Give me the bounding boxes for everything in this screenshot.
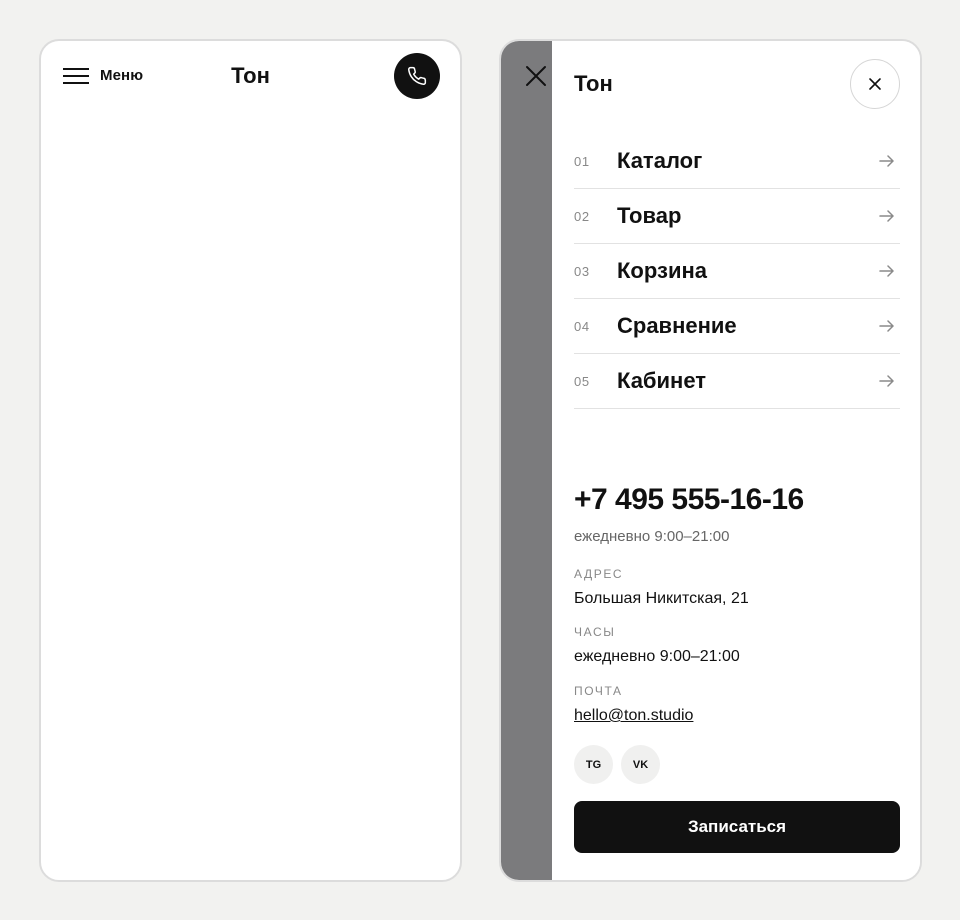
nav-item-catalog[interactable]: 01 Каталог (574, 134, 900, 189)
address-label: АДРЕС (574, 567, 624, 581)
email-link[interactable]: hello@ton.studio (574, 707, 693, 725)
hours-value: ежедневно 9:00–21:00 (574, 648, 740, 665)
arrow-right-icon (879, 210, 894, 222)
drawer-close-button[interactable] (850, 59, 900, 109)
mobile-screen-menu-open: Тон 01 Каталог 02 Товар 03 Корзина 04 Ср… (499, 39, 922, 882)
address-value: Большая Никитская, 21 (574, 590, 749, 607)
nav-item-number: 03 (574, 263, 590, 279)
nav-item-number: 02 (574, 208, 590, 224)
arrow-right-icon (879, 320, 894, 332)
call-button[interactable] (394, 53, 440, 99)
nav-item-label: Каталог (617, 148, 703, 173)
contact-phone-link[interactable]: +7 495 555-16-16 (574, 483, 804, 517)
email-label: ПОЧТА (574, 684, 623, 698)
signup-button[interactable]: Записаться (574, 801, 900, 853)
phone-icon (408, 66, 427, 85)
arrow-right-icon (879, 265, 894, 277)
close-icon (869, 78, 881, 90)
nav-item-label: Товар (617, 203, 682, 228)
nav-item-label: Сравнение (617, 313, 737, 338)
nav-item-account[interactable]: 05 Кабинет (574, 354, 900, 409)
nav-item-number: 05 (574, 373, 590, 389)
hours-label: ЧАСЫ (574, 625, 616, 639)
nav-item-number: 01 (574, 153, 590, 169)
close-icon[interactable] (523, 63, 549, 89)
vk-button[interactable]: VK (621, 745, 660, 784)
arrow-right-icon (879, 155, 894, 167)
mobile-screen-closed: Меню Тон (39, 39, 462, 882)
nav-item-label: Корзина (617, 258, 707, 283)
arrow-right-icon (879, 375, 894, 387)
nav-item-label: Кабинет (617, 368, 707, 393)
drawer-nav: 01 Каталог 02 Товар 03 Корзина 04 Сравне… (574, 134, 900, 409)
menu-backdrop[interactable] (501, 41, 552, 880)
nav-item-number: 04 (574, 318, 590, 334)
telegram-button[interactable]: TG (574, 745, 613, 784)
nav-item-cart[interactable]: 03 Корзина (574, 244, 900, 299)
menu-drawer: Тон 01 Каталог 02 Товар 03 Корзина 04 Ср… (552, 41, 920, 880)
contact-phone-hours: ежедневно 9:00–21:00 (574, 528, 730, 545)
nav-item-compare[interactable]: 04 Сравнение (574, 299, 900, 354)
drawer-logo[interactable]: Тон (574, 71, 613, 97)
nav-item-product[interactable]: 02 Товар (574, 189, 900, 244)
